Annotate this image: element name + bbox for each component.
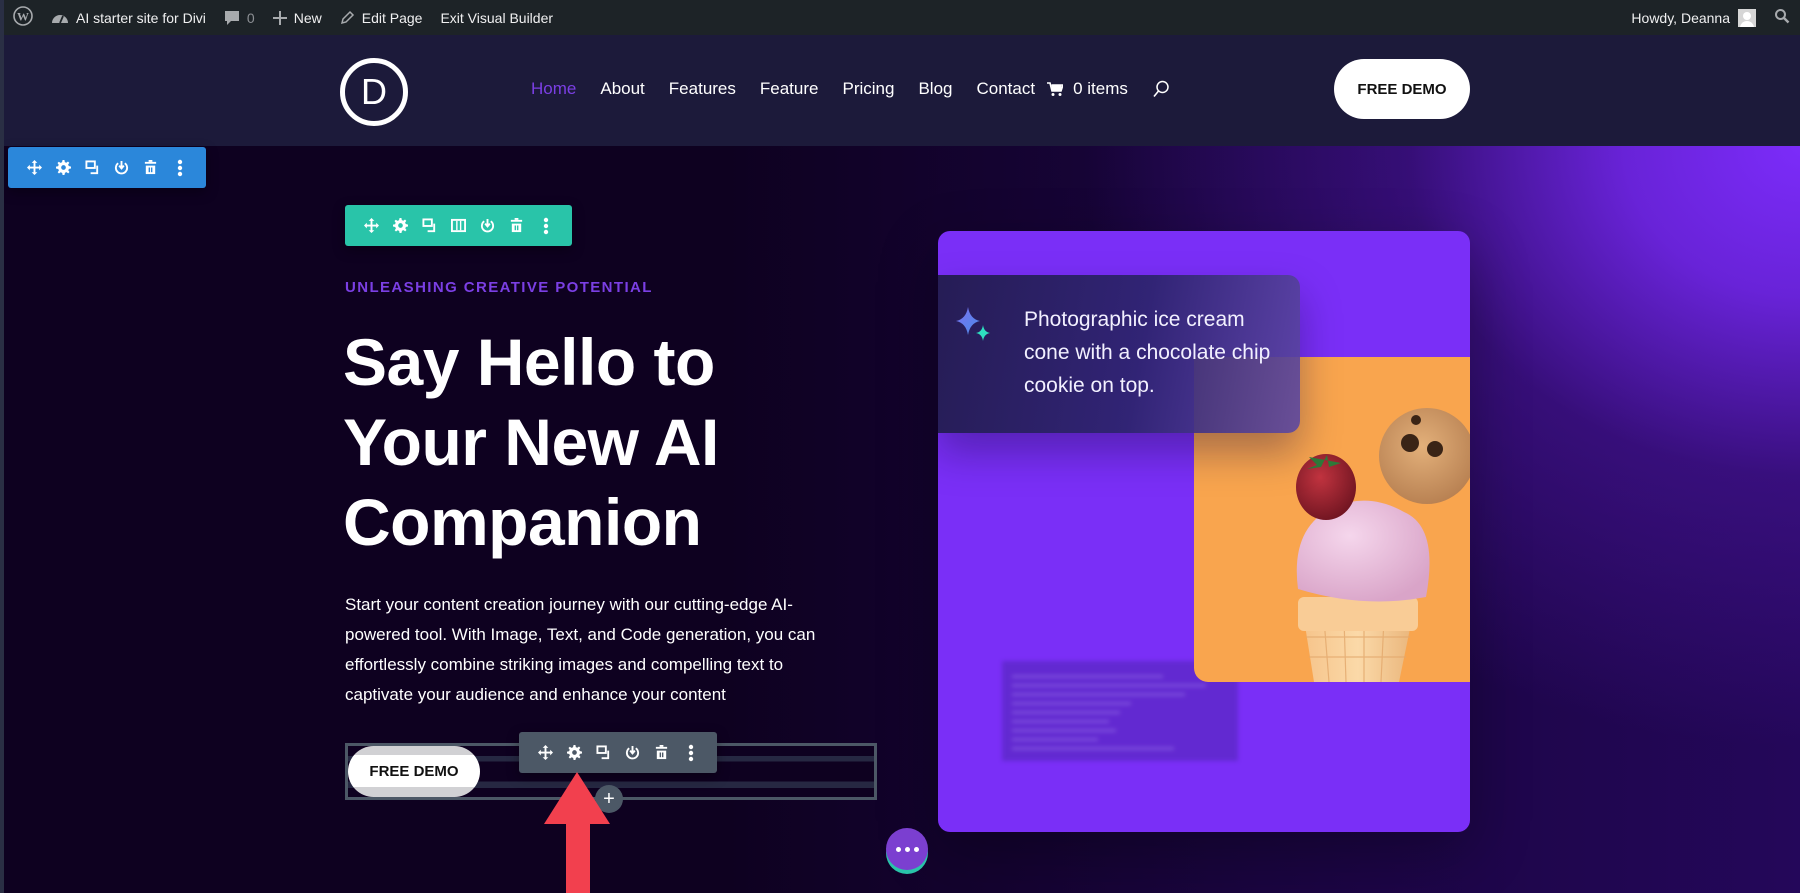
section-duplicate-button[interactable] bbox=[78, 153, 107, 182]
hero-body-text: Start your content creation journey with… bbox=[345, 595, 816, 704]
move-icon bbox=[364, 218, 379, 233]
wordpress-logo-icon: W bbox=[13, 6, 33, 29]
site-header: D Home About Features Feature Pricing Bl… bbox=[4, 35, 1800, 146]
comments-link[interactable]: 0 bbox=[215, 0, 264, 35]
power-icon bbox=[114, 160, 129, 175]
prompt-box: Photographic ice cream cone with a choco… bbox=[938, 275, 1300, 433]
divi-logo[interactable]: D bbox=[340, 58, 408, 126]
move-icon bbox=[27, 160, 42, 175]
module-delete-button[interactable] bbox=[647, 738, 676, 767]
dot bbox=[913, 846, 919, 852]
section-disable-button[interactable] bbox=[107, 153, 136, 182]
cart-count: 0 items bbox=[1073, 79, 1128, 98]
shopping-cart-icon bbox=[1047, 81, 1064, 97]
row-move-button[interactable] bbox=[357, 211, 386, 240]
pencil-icon bbox=[340, 10, 355, 25]
builder-page-settings-button[interactable] bbox=[886, 828, 928, 870]
svg-text:W: W bbox=[17, 10, 29, 24]
section-toolbar bbox=[8, 147, 206, 188]
more-vertical-icon bbox=[177, 159, 182, 176]
site-name-link[interactable]: AI starter site for Divi bbox=[42, 0, 215, 35]
section-settings-button[interactable] bbox=[49, 153, 78, 182]
wp-admin-bar: W AI starter site for Divi 0 New Edit Pa… bbox=[4, 0, 1800, 35]
new-content-link[interactable]: New bbox=[264, 0, 331, 35]
section-move-button[interactable] bbox=[20, 153, 49, 182]
nav-pricing[interactable]: Pricing bbox=[842, 79, 894, 99]
power-icon bbox=[625, 745, 640, 760]
comment-bubble-icon bbox=[224, 10, 240, 26]
cart-link[interactable]: 0 items bbox=[1047, 79, 1128, 99]
comments-count: 0 bbox=[246, 9, 255, 26]
user-greeting: Howdy, Deanna bbox=[1631, 9, 1730, 26]
row-more-button[interactable] bbox=[531, 211, 560, 240]
nav-contact[interactable]: Contact bbox=[976, 79, 1035, 99]
module-more-button[interactable] bbox=[676, 738, 705, 767]
red-annotation-arrow-icon bbox=[544, 772, 610, 893]
headline-line: Your New AI bbox=[343, 405, 719, 479]
nav-home[interactable]: Home bbox=[531, 79, 576, 99]
dot bbox=[904, 846, 910, 852]
ai-sparkle-icon bbox=[956, 307, 990, 341]
nav-about[interactable]: About bbox=[600, 79, 644, 99]
dot bbox=[895, 846, 901, 852]
row-settings-button[interactable] bbox=[386, 211, 415, 240]
row-duplicate-button[interactable] bbox=[415, 211, 444, 240]
module-move-button[interactable] bbox=[531, 738, 560, 767]
user-avatar bbox=[1738, 8, 1756, 27]
move-icon bbox=[538, 745, 553, 760]
admin-search-button[interactable] bbox=[1765, 0, 1800, 35]
module-toolbar bbox=[519, 732, 717, 773]
exit-visual-builder-label: Exit Visual Builder bbox=[440, 9, 554, 26]
section-delete-button[interactable] bbox=[136, 153, 165, 182]
gear-icon bbox=[393, 218, 408, 233]
trash-icon bbox=[144, 160, 157, 175]
power-icon bbox=[480, 218, 495, 233]
user-account-menu[interactable]: Howdy, Deanna bbox=[1622, 0, 1765, 35]
hero-headline: Say Hello to Your New AI Companion bbox=[343, 322, 863, 562]
headline-line: Say Hello to bbox=[343, 325, 715, 399]
edit-page-label: Edit Page bbox=[361, 9, 423, 26]
headline-line: Companion bbox=[343, 485, 702, 559]
duplicate-icon bbox=[596, 745, 610, 760]
row-columns-button[interactable] bbox=[444, 211, 473, 240]
gear-icon bbox=[567, 745, 582, 760]
row-disable-button[interactable] bbox=[473, 211, 502, 240]
row-delete-button[interactable] bbox=[502, 211, 531, 240]
nav-blog[interactable]: Blog bbox=[918, 79, 952, 99]
nav-search-button[interactable] bbox=[1152, 80, 1170, 98]
trash-icon bbox=[510, 218, 523, 233]
module-settings-button[interactable] bbox=[560, 738, 589, 767]
site-name: AI starter site for Divi bbox=[76, 9, 206, 26]
edit-page-link[interactable]: Edit Page bbox=[331, 0, 432, 35]
gear-icon bbox=[56, 160, 71, 175]
duplicate-icon bbox=[85, 160, 99, 175]
new-label: New bbox=[293, 9, 322, 26]
section-more-button[interactable] bbox=[165, 153, 194, 182]
dashboard-gauge-icon bbox=[51, 10, 69, 26]
search-icon bbox=[1774, 8, 1790, 27]
nav-features[interactable]: Features bbox=[669, 79, 736, 99]
more-vertical-icon bbox=[543, 217, 548, 234]
page-frame: W AI starter site for Divi 0 New Edit Pa… bbox=[0, 0, 1800, 893]
main-nav: Home About Features Feature Pricing Blog… bbox=[531, 79, 1170, 99]
more-vertical-icon bbox=[688, 744, 693, 761]
wp-logo-button[interactable]: W bbox=[4, 0, 42, 35]
columns-icon bbox=[451, 218, 466, 233]
nav-feature[interactable]: Feature bbox=[760, 79, 819, 99]
search-icon bbox=[1153, 80, 1169, 98]
module-disable-button[interactable] bbox=[618, 738, 647, 767]
exit-visual-builder-link[interactable]: Exit Visual Builder bbox=[431, 0, 562, 35]
ai-preview-card: Photographic ice cream cone with a choco… bbox=[938, 231, 1470, 832]
logo-letter: D bbox=[361, 71, 387, 112]
module-duplicate-button[interactable] bbox=[589, 738, 618, 767]
trash-icon bbox=[655, 745, 668, 760]
plus-icon bbox=[272, 10, 287, 25]
hero-section bbox=[4, 146, 1800, 893]
header-free-demo-button[interactable]: FREE DEMO bbox=[1334, 59, 1470, 119]
hero-free-demo-button[interactable]: FREE DEMO bbox=[348, 746, 480, 797]
prompt-text: Photographic ice cream cone with a choco… bbox=[1024, 308, 1271, 397]
hero-eyebrow: UNLEASHING CREATIVE POTENTIAL bbox=[345, 279, 653, 296]
duplicate-icon bbox=[422, 218, 436, 233]
row-toolbar bbox=[345, 205, 572, 246]
